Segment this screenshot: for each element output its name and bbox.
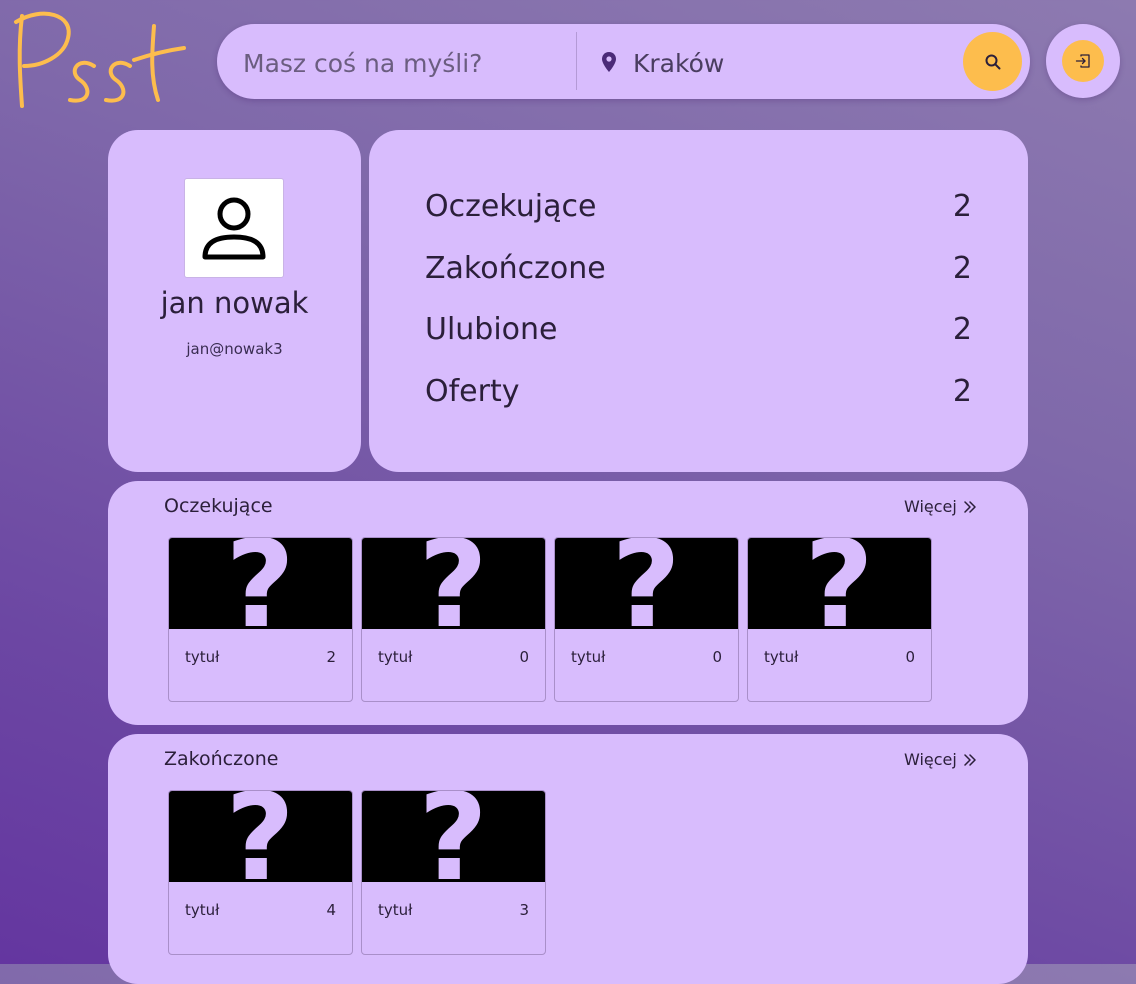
login-icon: [1075, 54, 1090, 68]
item-card[interactable]: ? tytuł 0: [747, 537, 932, 702]
more-link-label: Więcej: [904, 750, 957, 769]
profile-name: jan nowak: [160, 286, 309, 320]
question-mark-icon: ?: [418, 538, 488, 629]
search-button[interactable]: [963, 32, 1022, 91]
map-pin-icon: [602, 52, 616, 72]
question-mark-icon: ?: [611, 538, 681, 629]
item-count: 2: [326, 648, 336, 666]
svg-text:?: ?: [804, 538, 874, 629]
item-count: 4: [326, 901, 336, 919]
profile-email: jan@nowak3: [186, 340, 283, 358]
stat-row-offers[interactable]: Oferty 2: [425, 371, 972, 411]
stat-row-favorites[interactable]: Ulubione 2: [425, 309, 972, 349]
svg-text:?: ?: [225, 538, 295, 629]
stat-row-pending[interactable]: Oczekujące 2: [425, 186, 972, 226]
stat-label: Zakończone: [425, 250, 606, 286]
item-count: 0: [519, 648, 529, 666]
stats-card: Oczekujące 2 Zakończone 2 Ulubione 2 Ofe…: [369, 130, 1028, 472]
item-card[interactable]: ? tytuł 0: [554, 537, 739, 702]
section-pending: Oczekujące Więcej ? tytuł 2 ? tytuł 0 ?: [108, 481, 1028, 725]
user-icon: [202, 197, 266, 260]
svg-text:?: ?: [225, 791, 295, 882]
item-image: ?: [169, 791, 352, 882]
item-title: tytuł: [378, 901, 413, 919]
logo[interactable]: [12, 8, 190, 114]
search-icon: [985, 54, 1000, 69]
question-mark-icon: ?: [804, 538, 874, 629]
item-card[interactable]: ? tytuł 2: [168, 537, 353, 702]
more-link[interactable]: Więcej: [904, 497, 977, 516]
stat-label: Oczekujące: [425, 188, 597, 224]
question-mark-icon: ?: [225, 791, 295, 882]
stat-label: Ulubione: [425, 311, 558, 347]
avatar[interactable]: [184, 178, 284, 278]
stat-value: 2: [952, 188, 972, 224]
more-link-label: Więcej: [904, 497, 957, 516]
login-button-inner[interactable]: [1062, 40, 1104, 82]
item-title: tytuł: [571, 648, 606, 666]
stat-row-finished[interactable]: Zakończone 2: [425, 248, 972, 288]
item-image: ?: [169, 538, 352, 629]
section-title: Zakończone: [164, 748, 279, 770]
item-title: tytuł: [378, 648, 413, 666]
section-title: Oczekujące: [164, 495, 273, 517]
double-chevron-right-icon: [964, 500, 976, 513]
section-finished: Zakończone Więcej ? tytuł 4 ? tytuł 3: [108, 734, 1028, 984]
profile-card: jan nowak jan@nowak3: [108, 130, 361, 472]
item-card[interactable]: ? tytuł 3: [361, 790, 546, 955]
item-image: ?: [362, 538, 545, 629]
stat-label: Oferty: [425, 373, 520, 409]
stat-value: 2: [952, 250, 972, 286]
item-card[interactable]: ? tytuł 0: [361, 537, 546, 702]
item-title: tytuł: [764, 648, 799, 666]
stat-value: 2: [952, 373, 972, 409]
item-image: ?: [362, 791, 545, 882]
svg-text:?: ?: [418, 791, 488, 882]
login-button[interactable]: [1046, 24, 1120, 98]
item-image: ?: [555, 538, 738, 629]
double-chevron-right-icon: [964, 753, 976, 766]
item-count: 0: [712, 648, 722, 666]
question-mark-icon: ?: [418, 791, 488, 882]
svg-text:?: ?: [418, 538, 488, 629]
item-card[interactable]: ? tytuł 4: [168, 790, 353, 955]
search-bar: [217, 24, 1030, 99]
question-mark-icon: ?: [225, 538, 295, 629]
item-count: 0: [905, 648, 915, 666]
location-input[interactable]: [631, 42, 955, 84]
svg-text:?: ?: [611, 538, 681, 629]
item-title: tytuł: [185, 648, 220, 666]
item-title: tytuł: [185, 901, 220, 919]
search-divider: [576, 32, 577, 90]
search-input[interactable]: [241, 42, 565, 84]
item-count: 3: [519, 901, 529, 919]
stat-value: 2: [952, 311, 972, 347]
item-image: ?: [748, 538, 931, 629]
more-link[interactable]: Więcej: [904, 750, 977, 769]
